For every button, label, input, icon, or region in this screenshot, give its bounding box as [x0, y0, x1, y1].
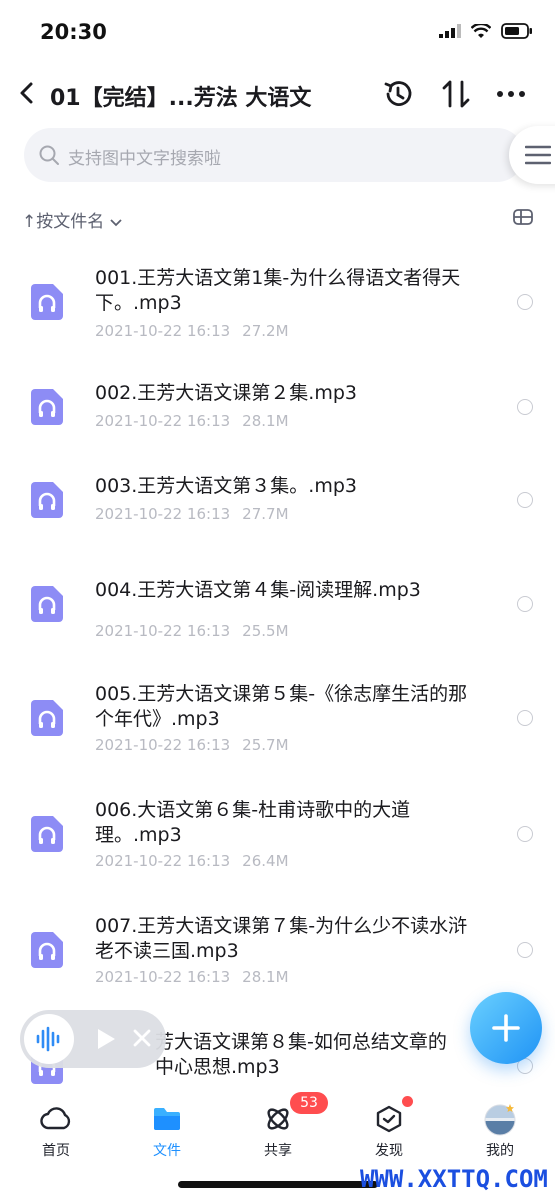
- list-item[interactable]: 001.王芳大语文第1集-为什么得语文者得天下。.mp3 2021-10-22 …: [0, 264, 555, 354]
- file-date: 2021-10-22 16:13: [95, 852, 231, 870]
- back-arrow-icon[interactable]: [16, 76, 42, 110]
- search-bar[interactable]: 支持图中文字搜索啦: [24, 128, 524, 182]
- list-item[interactable]: 003.王芳大语文第３集。.mp3 2021-10-22 16:13 27.7M: [0, 470, 555, 530]
- file-size: 25.7M: [242, 736, 289, 754]
- home-indicator: [178, 1181, 378, 1188]
- audio-file-icon: [31, 284, 63, 320]
- tab-label: 我的: [486, 1143, 514, 1159]
- file-name: 003.王芳大语文第３集。.mp3: [95, 475, 358, 497]
- list-item[interactable]: 007.王芳大语文课第７集-为什么少不读水浒 老不读三国.mp3 2021-10…: [0, 912, 555, 992]
- file-size: 25.5M: [242, 622, 289, 640]
- status-time: 20:30: [40, 20, 107, 44]
- view-toggle-icon[interactable]: [513, 209, 533, 225]
- discover-icon: [376, 1105, 402, 1133]
- audio-file-icon: [31, 586, 63, 622]
- sort-bar: ↑按文件名: [22, 205, 533, 233]
- file-size: 27.2M: [242, 322, 289, 340]
- more-icon[interactable]: [495, 80, 527, 108]
- file-meta: 2021-10-22 16:13 27.7M: [95, 505, 301, 523]
- file-name: 002.王芳大语文课第２集.mp3: [95, 382, 358, 404]
- audio-file-icon: [31, 389, 63, 425]
- notification-dot: [402, 1096, 413, 1107]
- share-icon: [267, 1108, 289, 1130]
- sort-by-name-button[interactable]: ↑按文件名: [22, 207, 122, 232]
- menu-lines-icon: [525, 145, 551, 165]
- select-radio[interactable]: [517, 596, 533, 612]
- watermark: WWW.XXTTQ.COM: [360, 1165, 548, 1193]
- share-count-badge: 53: [290, 1092, 328, 1114]
- file-name: 005.王芳大语文课第５集-《徐志摩生活的那个年代》.mp3: [95, 683, 468, 730]
- file-meta: 2021-10-22 16:13 28.1M: [95, 412, 301, 430]
- audio-file-icon: [31, 482, 63, 518]
- list-item[interactable]: 002.王芳大语文课第２集.mp3 2021-10-22 16:13 28.1M: [0, 377, 555, 437]
- file-meta: 2021-10-22 16:13 25.7M: [95, 736, 301, 754]
- file-size: 26.4M: [242, 852, 289, 870]
- tab-label: 首页: [42, 1143, 70, 1159]
- file-meta: 2021-10-22 16:13 27.2M: [95, 322, 301, 340]
- bottom-tab-bar: 首页 文件 共享 53 发现 我的: [0, 1088, 555, 1159]
- avatar: [484, 1104, 516, 1136]
- list-item[interactable]: 005.王芳大语文课第５集-《徐志摩生活的那个年代》.mp3 2021-10-2…: [0, 680, 555, 760]
- tab-label: 文件: [153, 1143, 181, 1159]
- status-bar: 20:30: [0, 0, 555, 64]
- audio-wave-icon: [36, 1026, 60, 1052]
- file-date: 2021-10-22 16:13: [95, 622, 231, 640]
- file-meta: 2021-10-22 16:13 28.1M: [95, 968, 301, 986]
- status-icons: [439, 23, 533, 39]
- sort-icon[interactable]: [440, 78, 472, 110]
- close-icon[interactable]: [132, 1028, 152, 1048]
- history-icon[interactable]: [382, 78, 414, 110]
- plus-icon: [492, 1014, 520, 1042]
- file-date: 2021-10-22 16:13: [95, 736, 231, 754]
- select-radio[interactable]: [517, 399, 533, 415]
- select-radio[interactable]: [517, 942, 533, 958]
- file-name: 芳大语文课第８集-如何总结文章的中心思想.mp3: [155, 1031, 447, 1078]
- file-name: 001.王芳大语文第1集-为什么得语文者得天下。.mp3: [95, 267, 461, 314]
- chevron-down-icon: [110, 219, 122, 227]
- folder-title: 01【完结】...芳法 大语文: [50, 86, 312, 111]
- select-radio[interactable]: [517, 492, 533, 508]
- file-meta: 2021-10-22 16:13 26.4M: [95, 852, 301, 870]
- file-size: 28.1M: [242, 412, 289, 430]
- list-item[interactable]: 006.大语文第６集-杜甫诗歌中的大道理。.mp3 2021-10-22 16:…: [0, 796, 555, 876]
- nav-bar: 01【完结】...芳法 大语文: [0, 70, 555, 118]
- audio-file-icon: [31, 700, 63, 736]
- select-radio[interactable]: [517, 710, 533, 726]
- file-date: 2021-10-22 16:13: [95, 505, 231, 523]
- wifi-icon: [471, 23, 491, 38]
- mini-player[interactable]: [20, 1010, 166, 1068]
- folder-icon: [154, 1108, 180, 1130]
- battery-icon: [501, 23, 532, 39]
- file-date: 2021-10-22 16:13: [95, 968, 231, 986]
- tab-label: 发现: [375, 1143, 403, 1159]
- file-size: 28.1M: [242, 968, 289, 986]
- select-radio[interactable]: [517, 826, 533, 842]
- search-icon: [39, 145, 59, 165]
- audio-file-icon: [31, 932, 63, 968]
- tab-label: 共享: [264, 1143, 292, 1159]
- sort-label: ↑按文件名: [22, 212, 105, 232]
- side-menu-button[interactable]: [509, 126, 555, 184]
- cloud-icon: [40, 1107, 71, 1130]
- file-date: 2021-10-22 16:13: [95, 412, 231, 430]
- list-item[interactable]: 004.王芳大语文第４集-阅读理解.mp3 2021-10-22 16:13 25…: [0, 574, 555, 644]
- signal-icon: [439, 24, 461, 38]
- file-name: 006.大语文第６集-杜甫诗歌中的大道理。.mp3: [95, 799, 411, 846]
- search-placeholder: 支持图中文字搜索啦: [68, 149, 221, 169]
- audio-wave-button[interactable]: [24, 1014, 74, 1064]
- file-name: 007.王芳大语文课第７集-为什么少不读水浒 老不读三国.mp3: [95, 915, 468, 962]
- add-button[interactable]: [470, 992, 542, 1064]
- audio-file-icon: [31, 816, 63, 852]
- file-meta: 2021-10-22 16:13 25.5M: [95, 622, 301, 640]
- select-radio[interactable]: [517, 294, 533, 310]
- play-icon[interactable]: [96, 1028, 116, 1050]
- file-size: 27.7M: [242, 505, 289, 523]
- file-name: 004.王芳大语文第４集-阅读理解.mp3: [95, 579, 421, 601]
- file-date: 2021-10-22 16:13: [95, 322, 231, 340]
